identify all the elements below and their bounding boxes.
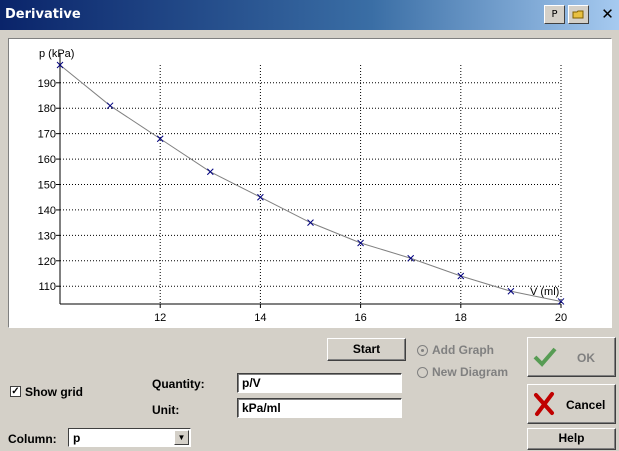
new-diagram-radio[interactable] xyxy=(417,366,428,378)
add-graph-label: Add Graph xyxy=(432,343,494,357)
y-tick-label: 150 xyxy=(38,180,56,192)
cancel-label: Cancel xyxy=(566,398,606,412)
fit-curve xyxy=(59,64,562,302)
chart-area: 12 14 16 18 20 110 120 130 140 150 160 170 180 190 p (… xyxy=(8,38,612,328)
title-bar: Derivative P ✕ xyxy=(0,0,619,30)
derivative-chart: 12 14 16 18 20 110 120 130 140 150 160 170 180 190 p (… xyxy=(38,48,567,324)
show-grid-label: Show grid xyxy=(25,385,83,399)
new-diagram-label: New Diagram xyxy=(432,365,509,379)
add-graph-option[interactable]: Add Graph xyxy=(417,343,494,357)
y-tick-label: 110 xyxy=(38,281,56,293)
x-tick-label: 16 xyxy=(354,312,366,324)
start-button[interactable]: Start xyxy=(327,338,406,361)
x-tick-label: 20 xyxy=(555,312,567,324)
column-value: p xyxy=(73,431,81,445)
close-icon[interactable]: ✕ xyxy=(598,5,617,24)
ok-label: OK xyxy=(577,351,595,365)
y-tick-label: 130 xyxy=(38,230,56,242)
y-tick-label: 190 xyxy=(38,78,56,90)
data-point xyxy=(106,102,114,110)
p-button[interactable]: P xyxy=(544,5,565,24)
cancel-button[interactable]: Cancel xyxy=(527,384,616,424)
y-tick-label: 160 xyxy=(38,154,56,166)
add-graph-radio[interactable] xyxy=(417,344,428,356)
column-label: Column: xyxy=(8,432,57,446)
check-icon xyxy=(533,347,557,367)
quantity-input[interactable]: p/V xyxy=(237,373,402,393)
x-tick-label: 14 xyxy=(254,312,266,324)
y-tick-label: 180 xyxy=(38,103,56,115)
unit-label: Unit: xyxy=(152,403,180,417)
y-tick-label: 120 xyxy=(38,256,56,268)
quantity-label: Quantity: xyxy=(152,377,205,391)
help-button[interactable]: Help xyxy=(527,428,616,450)
cancel-x-icon xyxy=(534,392,554,416)
data-point xyxy=(257,193,264,201)
x-tick-label: 18 xyxy=(455,312,467,324)
y-tick-label: 170 xyxy=(38,129,56,141)
y-axis-label: p (kPa) xyxy=(39,48,74,60)
data-point xyxy=(206,168,214,176)
show-grid-checkbox[interactable]: ✓ xyxy=(10,386,21,397)
data-point xyxy=(307,219,314,226)
column-select[interactable]: p ▼ xyxy=(68,428,191,447)
folder-icon[interactable] xyxy=(568,5,589,24)
unit-input[interactable]: kPa/ml xyxy=(237,398,402,418)
ok-button[interactable]: OK xyxy=(527,337,616,377)
new-diagram-option[interactable]: New Diagram xyxy=(417,365,508,379)
y-tick-label: 140 xyxy=(38,205,56,217)
data-point xyxy=(407,254,415,262)
window-title: Derivative xyxy=(5,7,81,22)
chevron-down-icon[interactable]: ▼ xyxy=(174,430,189,445)
x-tick-label: 12 xyxy=(154,312,166,324)
